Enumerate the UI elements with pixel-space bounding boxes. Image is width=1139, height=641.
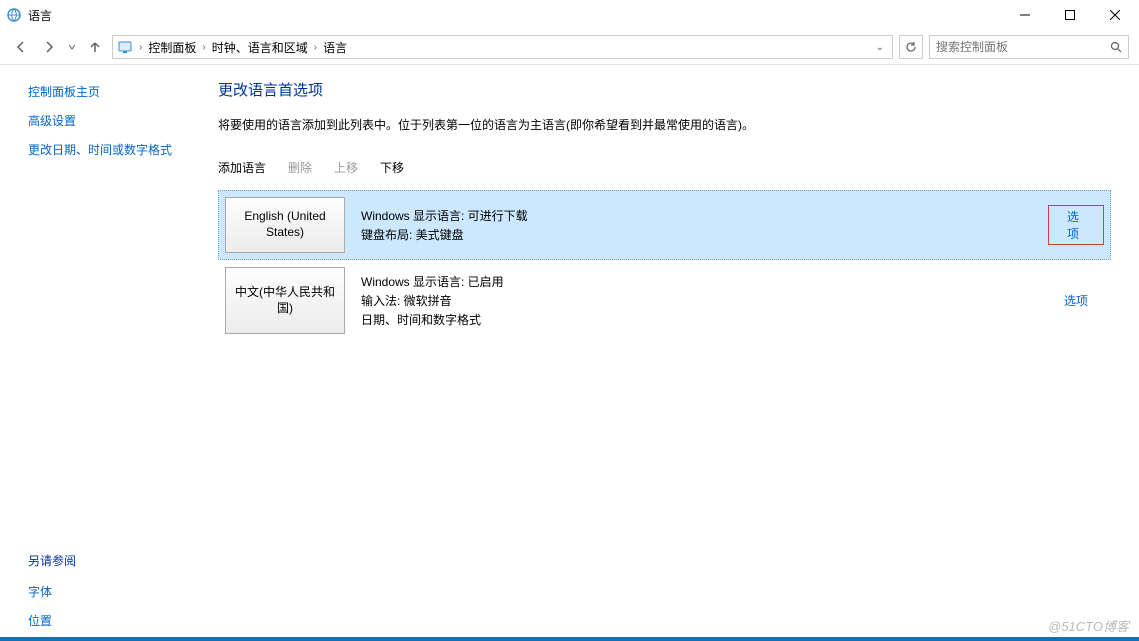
language-badge: English (United States) (225, 197, 345, 253)
app-icon (6, 7, 22, 23)
see-also-link-location[interactable]: 位置 (28, 612, 206, 629)
maximize-button[interactable] (1047, 0, 1092, 30)
chevron-right-icon: › (137, 42, 144, 53)
see-also-label: 另请参阅 (28, 552, 206, 569)
navbar: › 控制面板 › 时钟、语言和区域 › 语言 ⌄ (0, 30, 1139, 64)
page-subtext: 将要使用的语言添加到此列表中。位于列表第一位的语言为主语言(即你希望看到并最常使… (218, 116, 1111, 133)
search-icon (1110, 41, 1122, 53)
language-name: English (United States) (234, 209, 336, 240)
language-details: Windows 显示语言: 已启用 输入法: 微软拼音 日期、时间和数字格式 (361, 267, 1032, 334)
window-title: 语言 (28, 7, 52, 24)
language-options: 选项 (1048, 197, 1104, 253)
up-button[interactable] (84, 36, 106, 58)
refresh-button[interactable] (899, 35, 923, 59)
add-language-action[interactable]: 添加语言 (218, 159, 266, 176)
control-panel-icon (117, 39, 133, 55)
language-detail-line: Windows 显示语言: 已启用 (361, 273, 1032, 290)
sidebar-home-link[interactable]: 控制面板主页 (28, 83, 206, 100)
options-link[interactable]: 选项 (1067, 210, 1079, 241)
move-up-action: 上移 (334, 159, 358, 176)
address-breadcrumb[interactable]: › 控制面板 › 时钟、语言和区域 › 语言 ⌄ (112, 35, 893, 59)
minimize-button[interactable] (1002, 0, 1047, 30)
language-name: 中文(中华人民共和国) (234, 285, 336, 316)
chevron-right-icon: › (312, 42, 319, 53)
action-bar: 添加语言 删除 上移 下移 (218, 159, 1111, 176)
language-detail-line: 日期、时间和数字格式 (361, 311, 1032, 328)
page-heading: 更改语言首选项 (218, 79, 1111, 100)
language-row[interactable]: 中文(中华人民共和国) Windows 显示语言: 已启用 输入法: 微软拼音 … (218, 260, 1111, 341)
sidebar-link-datetime-format[interactable]: 更改日期、时间或数字格式 (28, 141, 206, 158)
see-also-link-fonts[interactable]: 字体 (28, 583, 206, 600)
address-history-dropdown[interactable]: ⌄ (872, 42, 888, 53)
titlebar: 语言 (0, 0, 1139, 30)
language-detail-line: Windows 显示语言: 可进行下载 (361, 207, 1032, 224)
chevron-right-icon: › (200, 42, 207, 53)
forward-button[interactable] (38, 36, 60, 58)
recent-locations-dropdown[interactable] (66, 36, 78, 58)
bottom-accent (0, 637, 1139, 641)
language-badge: 中文(中华人民共和国) (225, 267, 345, 334)
search-input[interactable] (936, 40, 1110, 54)
language-options: 选项 (1048, 267, 1104, 334)
main-panel: 更改语言首选项 将要使用的语言添加到此列表中。位于列表第一位的语言为主语言(即你… (206, 65, 1139, 641)
move-down-action[interactable]: 下移 (380, 159, 404, 176)
breadcrumb-item[interactable]: 控制面板 (148, 39, 196, 56)
language-details: Windows 显示语言: 可进行下载 键盘布局: 美式键盘 (361, 197, 1032, 253)
breadcrumb-item[interactable]: 时钟、语言和区域 (212, 39, 308, 56)
options-link[interactable]: 选项 (1064, 292, 1088, 309)
back-button[interactable] (10, 36, 32, 58)
annotation-highlight: 选项 (1048, 205, 1104, 245)
sidebar-link-advanced[interactable]: 高级设置 (28, 112, 206, 129)
close-button[interactable] (1092, 0, 1137, 30)
language-row[interactable]: English (United States) Windows 显示语言: 可进… (218, 190, 1111, 260)
search-box[interactable] (929, 35, 1129, 59)
sidebar: 控制面板主页 高级设置 更改日期、时间或数字格式 另请参阅 字体 位置 (0, 65, 206, 641)
language-detail-line: 键盘布局: 美式键盘 (361, 226, 1032, 243)
language-detail-line: 输入法: 微软拼音 (361, 292, 1032, 309)
language-list: English (United States) Windows 显示语言: 可进… (218, 190, 1111, 341)
breadcrumb-item[interactable]: 语言 (323, 39, 347, 56)
remove-action: 删除 (288, 159, 312, 176)
